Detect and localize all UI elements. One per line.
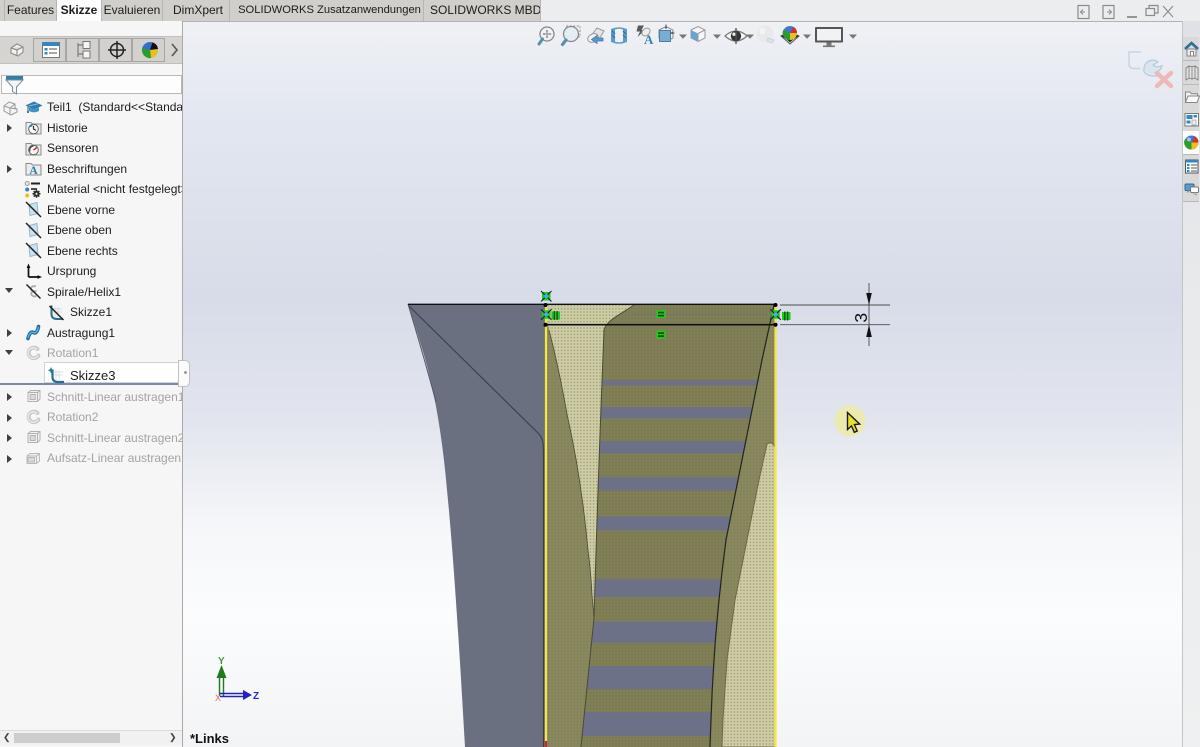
svg-text:X: X: [215, 693, 221, 703]
svg-text:3: 3: [851, 313, 871, 323]
svg-text:*Links: *Links: [190, 731, 229, 746]
svg-text:Z: Z: [253, 691, 259, 702]
svg-text:A: A: [644, 32, 654, 47]
